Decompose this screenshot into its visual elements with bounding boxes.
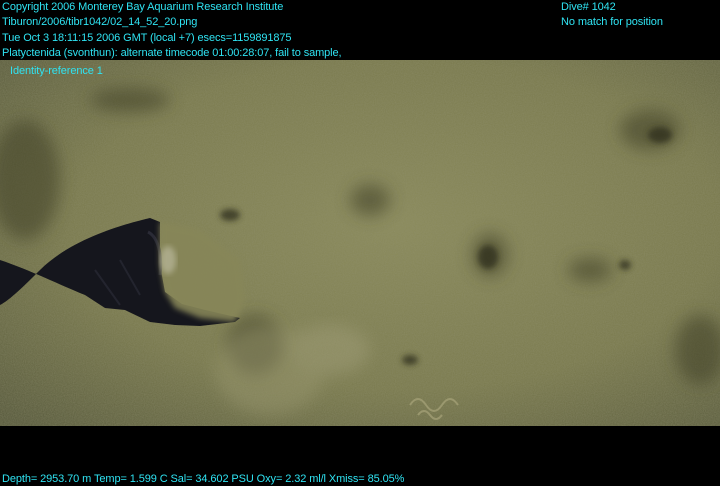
position-status-text: No match for position <box>561 16 663 28</box>
video-frame: Copyright 2006 Monterey Bay Aquarium Res… <box>0 0 720 486</box>
dive-number-text: Dive# 1042 <box>561 1 616 13</box>
image-path-text: Tiburon/2006/tibr1042/02_14_52_20.png <box>2 16 198 28</box>
seafloor-image <box>0 60 720 426</box>
datetime-text: Tue Oct 3 18:11:15 2006 GMT (local +7) e… <box>2 32 292 44</box>
ctenophore-specimen <box>160 246 176 274</box>
copyright-text: Copyright 2006 Monterey Bay Aquarium Res… <box>2 1 284 13</box>
identity-reference-text: Identity-reference 1 <box>10 65 103 77</box>
sensor-readout-text: Depth= 2953.70 m Temp= 1.599 C Sal= 34.6… <box>2 473 405 485</box>
annotation-text: Platyctenida (svonthun): alternate timec… <box>2 47 342 59</box>
